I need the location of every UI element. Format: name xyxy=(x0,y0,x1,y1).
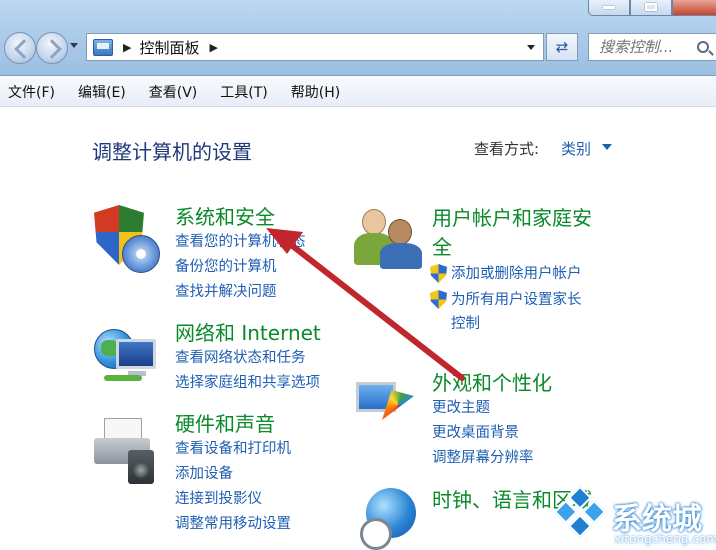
category-network: 网络和 Internet 查看网络状态和任务 选择家庭组和共享选项 xyxy=(175,320,321,396)
menu-help[interactable]: 帮助(H) xyxy=(283,82,348,102)
appearance-icon[interactable] xyxy=(352,378,418,428)
printer-speaker-icon[interactable] xyxy=(94,418,160,486)
view-by-label: 查看方式: xyxy=(474,140,540,158)
monitor-icon xyxy=(116,339,156,369)
window-caption-buttons xyxy=(588,0,716,16)
search-box[interactable] xyxy=(588,33,716,61)
menu-bar: 文件(F) 编辑(E) 查看(V) 工具(T) 帮助(H) xyxy=(0,77,716,107)
breadcrumb-control-panel[interactable]: 控制面板 xyxy=(139,37,199,58)
link-view-computer-status[interactable]: 查看您的计算机状态 xyxy=(175,230,306,255)
uac-shield-icon xyxy=(430,290,447,309)
maximize-icon xyxy=(645,3,657,11)
maximize-button[interactable] xyxy=(630,0,672,16)
category-title-hardware-sound[interactable]: 硬件和声音 xyxy=(175,411,291,437)
menu-edit[interactable]: 编辑(E) xyxy=(70,82,134,102)
link-add-remove-users[interactable]: 添加或删除用户帐户 xyxy=(451,262,591,286)
window-titlebar: ▶ 控制面板 ▶ ⇄ xyxy=(0,0,716,76)
close-button[interactable] xyxy=(672,0,716,16)
link-screen-resolution[interactable]: 调整屏幕分辨率 xyxy=(432,446,552,471)
link-find-fix-problems[interactable]: 查找并解决问题 xyxy=(175,280,306,305)
menu-view[interactable]: 查看(V) xyxy=(141,82,206,102)
security-disk-icon[interactable] xyxy=(122,235,160,273)
link-homegroup-sharing[interactable]: 选择家庭组和共享选项 xyxy=(175,371,321,396)
breadcrumb-separator-icon[interactable]: ▶ xyxy=(209,41,217,54)
category-hardware-sound: 硬件和声音 查看设备和打印机 添加设备 连接到投影仪 调整常用移动设置 xyxy=(175,411,291,537)
category-title-network[interactable]: 网络和 Internet xyxy=(175,320,321,346)
breadcrumb-separator-icon[interactable]: ▶ xyxy=(123,41,131,54)
chevron-down-icon[interactable] xyxy=(602,144,612,150)
user-head-2 xyxy=(388,219,412,245)
link-mobility-settings[interactable]: 调整常用移动设置 xyxy=(175,512,291,537)
user-body-2 xyxy=(380,243,422,269)
category-title-appearance[interactable]: 外观和个性化 xyxy=(432,370,552,396)
link-devices-printers[interactable]: 查看设备和打印机 xyxy=(175,437,291,462)
view-by-selector[interactable]: 类别 xyxy=(561,138,591,159)
clock-language-icon[interactable] xyxy=(360,488,418,550)
control-panel-icon xyxy=(93,38,113,56)
back-button[interactable] xyxy=(4,32,36,64)
category-system-security: 系统和安全 查看您的计算机状态 备份您的计算机 查找并解决问题 xyxy=(175,204,306,305)
minimize-icon xyxy=(603,6,615,9)
address-dropdown-icon[interactable] xyxy=(527,45,535,50)
menu-tools[interactable]: 工具(T) xyxy=(212,82,275,102)
category-appearance: 外观和个性化 更改主题 更改桌面背景 调整屏幕分辨率 xyxy=(432,370,552,471)
network-cable-icon xyxy=(104,375,142,381)
link-row-add-remove-users: 添加或删除用户帐户 xyxy=(430,262,592,286)
watermark-url: xitongcheng.com xyxy=(614,532,716,546)
search-input[interactable] xyxy=(599,38,695,56)
menu-file[interactable]: 文件(F) xyxy=(0,82,63,102)
speaker-icon xyxy=(128,450,154,484)
search-icon[interactable] xyxy=(697,41,709,53)
refresh-button[interactable]: ⇄ xyxy=(546,33,578,61)
link-desktop-background[interactable]: 更改桌面背景 xyxy=(432,421,552,446)
category-title-user-accounts[interactable]: 用户帐户和家庭安全 xyxy=(432,204,592,262)
link-backup-computer[interactable]: 备份您的计算机 xyxy=(175,255,306,280)
network-icon[interactable] xyxy=(94,325,160,383)
user-head-1 xyxy=(362,209,386,235)
clock-icon xyxy=(360,518,392,550)
link-row-parental-controls: 为所有用户设置家长控制 xyxy=(430,288,592,336)
link-connect-projector[interactable]: 连接到投影仪 xyxy=(175,487,291,512)
link-network-status[interactable]: 查看网络状态和任务 xyxy=(175,346,321,371)
refresh-icon: ⇄ xyxy=(555,38,569,56)
link-add-device[interactable]: 添加设备 xyxy=(175,462,291,487)
link-parental-controls[interactable]: 为所有用户设置家长控制 xyxy=(451,288,591,336)
printer-paper xyxy=(104,418,142,440)
uac-shield-icon xyxy=(430,264,447,283)
minimize-button[interactable] xyxy=(588,0,630,16)
category-title-system-security[interactable]: 系统和安全 xyxy=(175,204,306,230)
category-user-accounts: 用户帐户和家庭安全 添加或删除用户帐户 为所有用户设置家长控制 xyxy=(430,204,592,336)
link-change-theme[interactable]: 更改主题 xyxy=(432,396,552,421)
watermark: 系统城 xitongcheng.com xyxy=(553,485,716,550)
recent-pages-dropdown-icon[interactable] xyxy=(70,43,78,48)
forward-button[interactable] xyxy=(36,32,68,64)
watermark-logo-icon xyxy=(552,485,609,543)
address-bar[interactable]: ▶ 控制面板 ▶ xyxy=(86,33,544,61)
users-icon[interactable] xyxy=(352,207,424,269)
page-title: 调整计算机的设置 xyxy=(92,140,252,164)
